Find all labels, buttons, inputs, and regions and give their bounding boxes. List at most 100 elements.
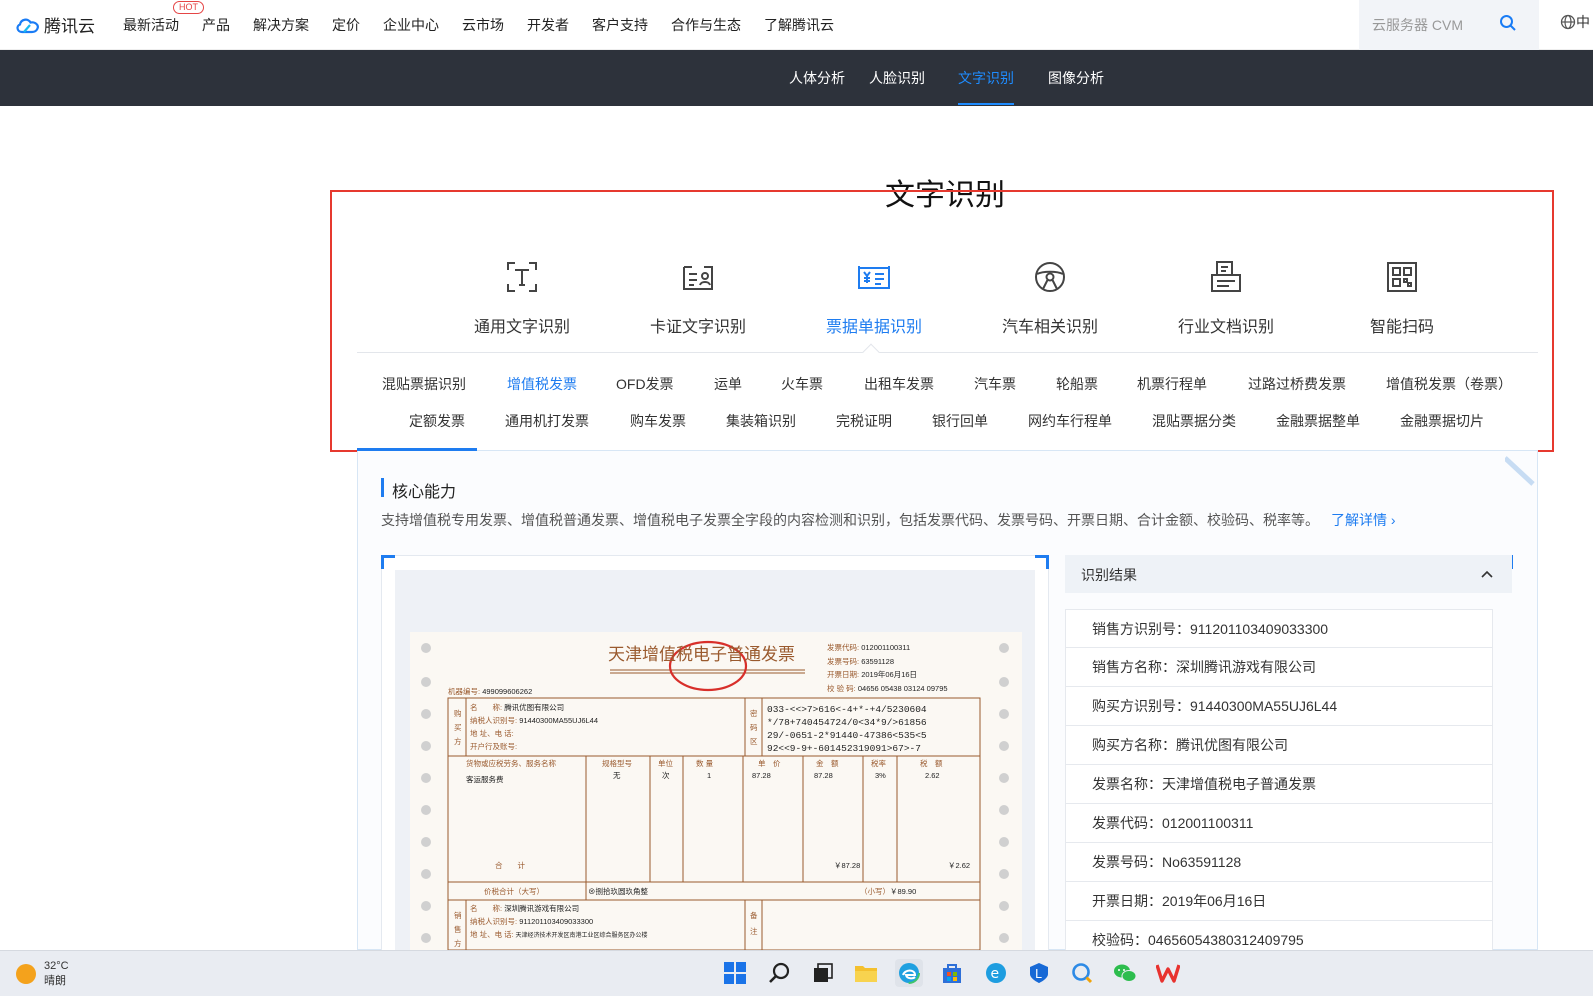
nav-item-solutions[interactable]: 解决方案 [253,15,309,35]
taskbar-wechat[interactable] [1111,959,1139,987]
buyer-name-label: 名 称: [470,702,502,712]
item-price: 87.28 [752,771,771,780]
nav-item-pricing[interactable]: 定价 [332,15,360,35]
taskbar-app-search[interactable] [1068,959,1096,987]
nav-item-market[interactable]: 云市场 [462,15,504,35]
seller-tax-label: 纳税人识别号: [470,916,517,926]
svg-text:发票号码: 63591128: 发票号码: 63591128 [827,656,894,666]
language-label: 中 [1576,14,1590,30]
weather-widget[interactable]: 32°C 晴朗 [16,959,69,989]
language-switch[interactable]: 中 [1560,12,1590,32]
panel-tab-indicator [357,448,477,451]
taskbar-edge[interactable] [895,959,923,987]
seller-side-char: 方 [454,938,462,948]
svg-text:开票日期: 2019年06月16日: 开票日期: 2019年06月16日 [827,669,917,679]
col-tax-header: 税 额 [920,758,943,768]
task-view-icon [814,963,833,982]
buyer-address-label: 地 址、电 话: [470,728,514,738]
cloud-logo-icon [16,18,39,33]
svg-text:（小写）￥89.90: （小写）￥89.90 [860,887,916,896]
top-nav: 腾讯云 最新活动 HOT 产品 解决方案 定价 企业中心 云市场 开发者 客户支持… [0,0,1593,50]
nav-item-products[interactable]: 产品 [202,15,230,35]
remark-side-char: 注 [750,926,758,936]
core-description-text: 支持增值税专用发票、增值税普通发票、增值税电子发票全字段的内容检测和识别，包括发… [381,512,1319,528]
wechat-icon [1114,964,1137,982]
col-item-header: 货物或应税劳务、服务名称 [466,758,556,768]
col-rate-header: 税率 [871,758,886,768]
grand-total-label: 价税合计（大写） [484,886,544,896]
subnav-item-image[interactable]: 图像分析 [1048,50,1104,106]
item-tax: 2.62 [925,771,940,780]
core-description: 支持增值税专用发票、增值税普通发票、增值税电子发票全字段的内容检测和识别，包括发… [381,510,1396,530]
invoice-check-label: 校 验 码: [827,683,856,693]
nav-item-about[interactable]: 了解腾讯云 [764,15,834,35]
col-qty-header: 数 量 [696,758,714,768]
folder-icon [855,966,877,982]
search-input[interactable]: 云服务器 CVM [1372,15,1463,35]
windows-taskbar: 32°C 晴朗 e L [0,950,1593,996]
taskbar-ie[interactable]: e [982,959,1010,987]
chevron-right-icon: › [1390,512,1396,528]
seller-address: 天津经济技术开发区南港工业区综合服务区办公楼 [515,931,647,939]
core-title: 核心能力 [392,484,457,501]
grand-total-small: ￥89.90 [890,887,916,896]
sun-icon [16,964,36,984]
ie-browser-icon: e [986,963,1006,983]
item-spec: 无 [613,771,621,780]
taskbar-store[interactable] [938,959,966,987]
buyer-side-char: 买 [454,723,462,732]
nav-item-activities[interactable]: 最新活动 HOT [123,0,204,35]
learn-more-label: 了解详情 [1331,512,1387,528]
svg-text:纳税人识别号: 911201103409033300: 纳税人识别号: 911201103409033300 [470,916,593,926]
invoice-machine-label: 机器编号: [448,686,480,696]
core-title-bar [381,478,384,497]
nav-item-support[interactable]: 客户支持 [592,15,648,35]
windows-icon [724,962,746,984]
chevron-up-icon[interactable] [1480,567,1494,581]
learn-more-link[interactable]: 了解详情 › [1331,512,1396,528]
svg-text:名 称: 深圳腾讯游戏有限公司: 名 称: 深圳腾讯游戏有限公司 [470,903,579,913]
taskbar-explorer[interactable] [852,959,880,987]
taskbar-search[interactable] [766,959,794,987]
cipher-line: 29/-0651-2*91440-47386<535<5 [767,730,927,741]
invoice-date: 2019年06月16日 [861,669,917,679]
taskbar-task-view[interactable] [809,959,837,987]
seller-side-char: 销 [454,910,462,920]
subnav-item-face[interactable]: 人脸识别 [869,50,925,106]
start-button[interactable] [721,959,749,987]
app-l-icon: L [1030,963,1048,983]
svg-text:名 称: 腾讯优图有限公司: 名 称: 腾讯优图有限公司 [470,702,564,712]
logo[interactable]: 腾讯云 [15,12,123,37]
result-header[interactable]: 识别结果 [1065,555,1512,593]
cipher-side-char: 密 [750,708,758,718]
item-amount: 87.28 [814,771,833,780]
taskbar-wps[interactable] [1154,959,1182,987]
buyer-tax: 91440300MA55UJ6L44 [519,716,598,725]
search-icon[interactable] [1499,14,1517,32]
subnav-item-body[interactable]: 人体分析 [789,50,845,106]
invoice-image: 天津增值税电子普通发票 发票代码: 012001100311 发票号码: 635… [410,632,1022,951]
col-price-header: 单 价 [758,758,781,768]
invoice-number-label: 发票号码: [827,656,859,666]
subnav-item-ocr[interactable]: 文字识别 [958,50,1014,105]
col-amount-header: 金 额 [816,758,839,768]
invoice-date-label: 开票日期: [827,670,859,679]
invoice-machine: 499099606262 [482,687,532,696]
nav-item-partners[interactable]: 合作与生态 [671,15,741,35]
seller-address-label: 地 址、电 话: [470,929,514,939]
invoice-code-label: 发票代码: [827,642,859,652]
taskbar-app-l[interactable]: L [1025,959,1053,987]
seller-name: 深圳腾讯游戏有限公司 [504,903,579,913]
nav-item-enterprise[interactable]: 企业中心 [383,15,439,35]
result-row-invoice-date: 开票日期：2019年06月16日 [1065,882,1493,921]
nav-item-developers[interactable]: 开发者 [527,15,569,35]
svg-text:发票代码: 012001100311: 发票代码: 012001100311 [827,642,910,652]
search-box[interactable]: 云服务器 CVM [1359,0,1539,50]
edge-browser-icon [898,962,920,984]
globe-icon [1560,14,1576,30]
invoice-title: 天津增值税电子普通发票 [608,645,795,665]
result-row-invoice-name: 发票名称：天津增值税电子普通发票 [1065,765,1493,804]
seller-tax: 911201103409033300 [519,917,593,926]
logo-text: 腾讯云 [44,17,95,36]
buyer-name: 腾讯优图有限公司 [504,702,564,712]
